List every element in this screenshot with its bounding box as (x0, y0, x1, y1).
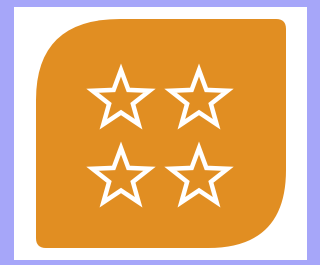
badge-tile (36, 19, 286, 248)
rating-badge-icon (36, 19, 286, 248)
